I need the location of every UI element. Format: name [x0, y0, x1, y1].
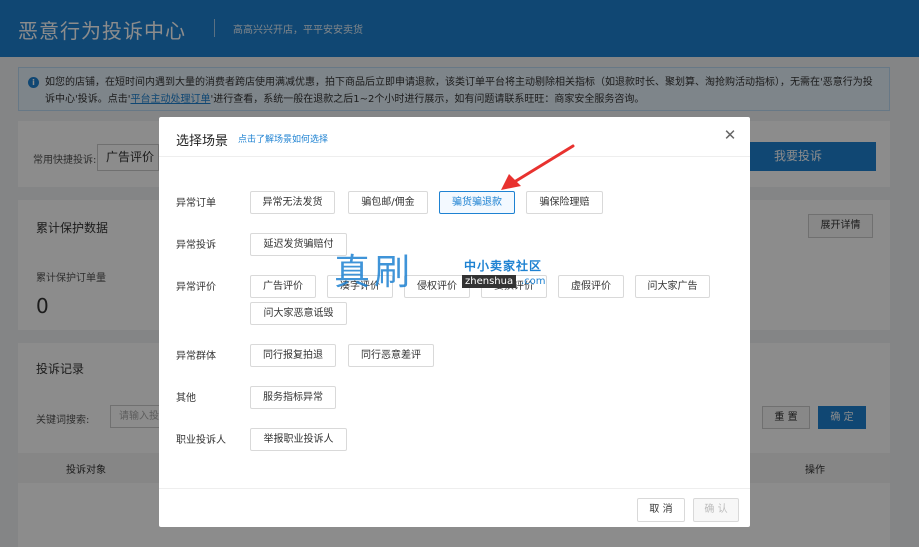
- close-icon[interactable]: ✕: [723, 128, 737, 143]
- option-qa-ad[interactable]: 问大家广告: [635, 275, 710, 298]
- option-cannot-ship[interactable]: 异常无法发货: [250, 191, 335, 214]
- scene-help-link[interactable]: 点击了解场景如何选择: [238, 132, 328, 145]
- option-infringe-review[interactable]: 侵权评价: [404, 275, 470, 298]
- category-label-abnormal-group: 异常群体: [176, 351, 216, 362]
- arrow-annotation: [501, 144, 575, 190]
- category-label-abnormal-complaint: 异常投诉: [176, 240, 216, 251]
- option-fake-review[interactable]: 虚假评价: [558, 275, 624, 298]
- category-label-abnormal-review: 异常评价: [176, 282, 216, 293]
- option-peer-revenge-refund[interactable]: 同行报复拍退: [250, 344, 336, 367]
- cancel-button[interactable]: 取 消: [637, 498, 685, 522]
- scene-select-modal: 选择场景 点击了解场景如何选择 ✕ 异常订单 异常无法发货 骗包邮/佣金 骗货骗…: [159, 117, 750, 527]
- option-filler-review[interactable]: 凑字评价: [327, 275, 393, 298]
- option-delay-ship-claim[interactable]: 延迟发货骗赔付: [250, 233, 347, 256]
- option-peer-bad-review[interactable]: 同行恶意差评: [348, 344, 434, 367]
- confirm-button[interactable]: 确 认: [693, 498, 739, 522]
- option-qa-slander[interactable]: 问大家恶意诋毁: [250, 302, 347, 325]
- option-report-pro-complainer[interactable]: 举报职业投诉人: [250, 428, 347, 451]
- option-ad-review[interactable]: 广告评价: [250, 275, 316, 298]
- option-threat-review[interactable]: 要挟评价: [481, 275, 547, 298]
- category-label-pro-complainer: 职业投诉人: [176, 435, 226, 446]
- modal-title: 选择场景: [176, 134, 229, 149]
- modal-header: 选择场景 点击了解场景如何选择 ✕: [159, 117, 750, 157]
- option-service-metric[interactable]: 服务指标异常: [250, 386, 336, 409]
- category-label-other: 其他: [176, 393, 196, 404]
- category-label-abnormal-order: 异常订单: [176, 198, 216, 209]
- option-fraud-shipping-commission[interactable]: 骗包邮/佣金: [348, 191, 428, 214]
- modal-footer: 取 消 确 认: [159, 488, 750, 527]
